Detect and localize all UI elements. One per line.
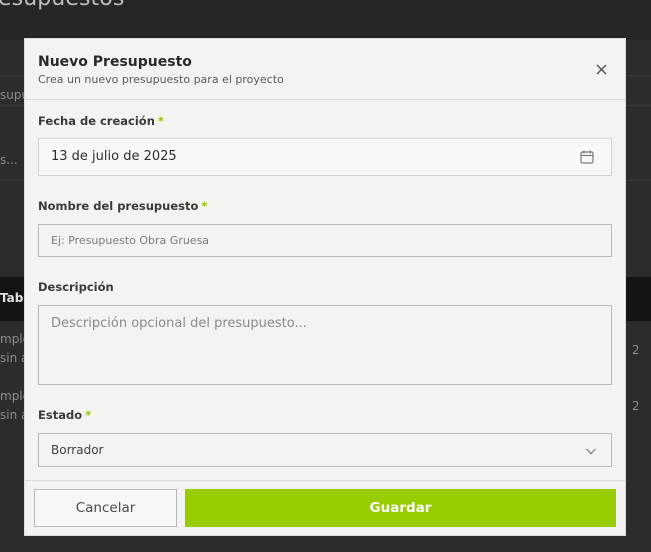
dialog-title: Nuevo Presupuesto [38, 54, 192, 70]
dialog-footer: Cancelar Guardar [25, 480, 625, 536]
date-picker-input[interactable]: 13 de julio de 2025 [38, 138, 612, 176]
chevron-down-icon [586, 448, 596, 455]
date-value: 13 de julio de 2025 [51, 149, 177, 164]
description-label-text: Descripción [38, 280, 114, 294]
status-select[interactable]: Borrador [38, 433, 612, 467]
required-mark: * [201, 199, 208, 213]
description-placeholder: Descripción opcional del presupuesto... [51, 316, 307, 331]
status-label-text: Estado [38, 408, 83, 422]
background-fragment: s... [0, 153, 18, 167]
required-mark: * [157, 114, 164, 128]
budget-name-label: Nombre del presupuesto * [38, 199, 207, 213]
description-label: Descripción [38, 280, 114, 294]
description-textarea[interactable]: Descripción opcional del presupuesto... [38, 305, 612, 385]
close-button[interactable] [591, 59, 611, 79]
cancel-button[interactable]: Cancelar [34, 489, 177, 527]
background-header: esupuestos [0, 0, 651, 40]
background-fragment: Tab [0, 291, 24, 305]
status-label: Estado * [38, 408, 91, 422]
background-page-title: esupuestos [0, 0, 124, 11]
new-budget-dialog: Nuevo Presupuesto Crea un nuevo presupue… [25, 39, 625, 535]
budget-name-input[interactable]: Ej: Presupuesto Obra Gruesa [38, 224, 612, 257]
calendar-icon[interactable] [579, 149, 595, 165]
budget-name-label-text: Nombre del presupuesto [38, 199, 199, 213]
background-fragment: 2 [632, 399, 640, 413]
required-mark: * [85, 408, 92, 422]
status-selected-value: Borrador [51, 443, 104, 457]
budget-name-placeholder: Ej: Presupuesto Obra Gruesa [51, 234, 210, 247]
background-fragment: 2 [632, 343, 640, 357]
date-label: Fecha de creación * [38, 114, 164, 128]
save-button[interactable]: Guardar [185, 489, 616, 527]
dialog-header: Nuevo Presupuesto Crea un nuevo presupue… [25, 39, 625, 100]
date-label-text: Fecha de creación [38, 114, 155, 128]
dialog-subtitle: Crea un nuevo presupuesto para el proyec… [38, 73, 284, 86]
close-icon [595, 63, 607, 75]
